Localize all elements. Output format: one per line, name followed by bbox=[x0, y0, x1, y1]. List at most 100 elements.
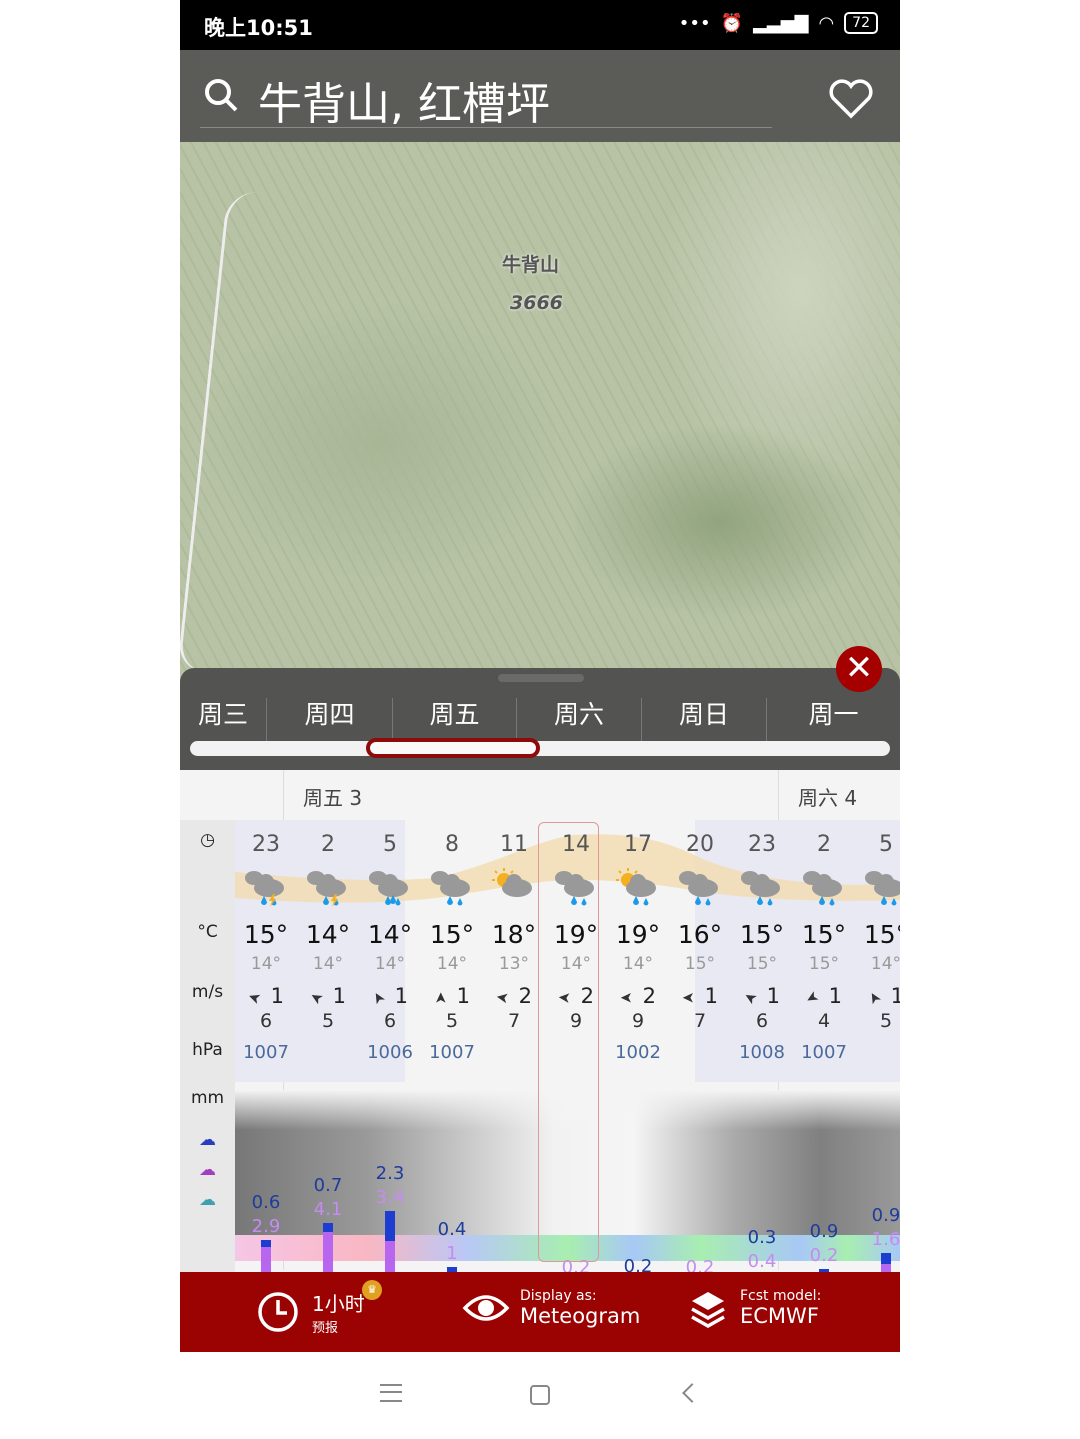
map-peak-elevation: 3666 bbox=[510, 292, 563, 314]
drag-handle[interactable] bbox=[498, 674, 584, 682]
day-tab[interactable]: 周三 bbox=[180, 698, 266, 742]
wind-direction-icon: ➤ bbox=[682, 989, 695, 1007]
forecast-column[interactable]: 1719°14°➤2910020.2900 bbox=[607, 820, 669, 1272]
day-selector: 周三 周四 周五 周六 周日 周一 bbox=[180, 668, 900, 770]
wind-direction-icon: ➤ bbox=[245, 987, 264, 1009]
day-tab[interactable]: 周四 bbox=[266, 698, 392, 742]
feels-like-temperature: 14° bbox=[250, 954, 282, 974]
system-nav-bar bbox=[180, 1352, 900, 1439]
wind-speed-value: 1 bbox=[270, 984, 284, 1008]
feels-like-temperature: 15° bbox=[684, 954, 716, 974]
search-icon[interactable] bbox=[202, 76, 240, 114]
feels-like-temperature: 14° bbox=[312, 954, 344, 974]
precip-bar-blue bbox=[261, 1239, 271, 1248]
wind-speed-value: 1 bbox=[456, 984, 470, 1008]
forecast-interval-button[interactable]: 1小时 预报 ♛ bbox=[256, 1280, 382, 1336]
thunder-icon: ☁ bbox=[199, 1160, 216, 1180]
topographic-map[interactable]: 牛背山 3666 bbox=[180, 142, 900, 682]
meteogram[interactable]: 周五 3 周六 4 ◷ °C m/s hPa mm ☁ ☁ ☁ m 23 15° 1… bbox=[180, 770, 900, 1272]
precip-value-purple: 2.9 bbox=[251, 1215, 281, 1237]
wind-speed-value: 1 bbox=[704, 984, 718, 1008]
wifi-icon: ◠ bbox=[818, 12, 835, 34]
bottom-toolbar: 1小时 预报 ♛ Display as: Meteogram Fcst mode… bbox=[180, 1272, 900, 1352]
pressure-label: 1007 bbox=[243, 1042, 289, 1063]
time-label: 8 bbox=[445, 832, 459, 857]
temp-unit-label: °C bbox=[197, 922, 218, 942]
temperature: 15° bbox=[863, 920, 900, 949]
precip-value-blue: 0.7 bbox=[313, 1174, 343, 1196]
back-icon[interactable] bbox=[682, 1383, 702, 1403]
forecast-model-button[interactable]: Fcst model: ECMWF bbox=[688, 1288, 821, 1328]
feels-like-temperature: 15° bbox=[746, 954, 778, 974]
wind-gust: 6 bbox=[755, 1010, 769, 1032]
display-label: Display as: bbox=[520, 1288, 597, 1304]
forecast-column[interactable]: 514°14°➤1610063.42.3100 bbox=[359, 820, 421, 1272]
day-tab[interactable]: 周日 bbox=[641, 698, 766, 742]
heart-icon[interactable] bbox=[828, 78, 874, 120]
time-label: 11 bbox=[500, 832, 528, 857]
wind-speed: ➤ 1 bbox=[235, 984, 297, 1009]
display-as-button[interactable]: Display as: Meteogram bbox=[462, 1288, 640, 1328]
search-underline bbox=[200, 127, 772, 128]
wind-speed: ➤ 1 bbox=[793, 984, 855, 1009]
precip-bar-blue bbox=[385, 1210, 395, 1241]
forecast-column[interactable]: 215°15°➤1410070.20.91200 bbox=[793, 820, 855, 1272]
time-label: 23 bbox=[748, 832, 776, 857]
menu-icon[interactable] bbox=[380, 1384, 402, 1402]
temperature: 19° bbox=[615, 920, 661, 949]
precip-value-blue: 0.6 bbox=[251, 1191, 281, 1213]
day-scrollbar[interactable] bbox=[190, 741, 890, 756]
forecast-column[interactable]: 2315°15°➤1610080.40.3400 bbox=[731, 820, 793, 1272]
precip-value-blue: 0.9 bbox=[809, 1221, 839, 1243]
home-icon[interactable] bbox=[530, 1385, 550, 1405]
alarm-icon: ⏰ bbox=[720, 12, 744, 34]
forecast-column[interactable]: 2315°14°➤1610072.90.6100 bbox=[235, 820, 297, 1272]
wind-speed-value: 2 bbox=[518, 984, 532, 1008]
precip-value-purple: 3.4 bbox=[375, 1186, 405, 1208]
map-road bbox=[180, 192, 288, 672]
wind-speed: ➤ 1 bbox=[855, 984, 900, 1008]
time-label: 5 bbox=[383, 832, 397, 857]
wind-gust: 6 bbox=[383, 1010, 397, 1032]
wind-speed: ➤ 1 bbox=[359, 984, 421, 1008]
wind-speed-value: 1 bbox=[332, 984, 346, 1008]
day-tab[interactable]: 周一 bbox=[766, 698, 900, 742]
precip-bar-blue bbox=[881, 1252, 891, 1265]
temperature: 14° bbox=[367, 920, 413, 949]
interval-value: 1小时 bbox=[312, 1292, 365, 1316]
forecast-column[interactable]: 2016°15°➤170.21300 bbox=[669, 820, 731, 1272]
rain-thunder-icon bbox=[244, 868, 288, 908]
day-tab[interactable]: 周五 bbox=[392, 698, 516, 742]
day-tab[interactable]: 周六 bbox=[516, 698, 641, 742]
forecast-column[interactable]: 214°14°➤154.10.7400 bbox=[297, 820, 359, 1272]
interval-sub: 预报 bbox=[312, 1321, 339, 1336]
wind-speed-value: 1 bbox=[828, 984, 842, 1008]
day-scroll-thumb[interactable] bbox=[366, 738, 540, 758]
forecast-column[interactable]: 815°14°➤15100710.41600 bbox=[421, 820, 483, 1272]
pressure-label: 1007 bbox=[429, 1042, 475, 1063]
pressure-label: 1007 bbox=[801, 1042, 847, 1063]
signal-icon: ▂▃▅▇ bbox=[753, 12, 809, 34]
day-label: 周六 4 bbox=[798, 786, 858, 810]
precip-bar-purple bbox=[261, 1247, 271, 1272]
sun-cloud-icon bbox=[492, 868, 536, 908]
rain-icon bbox=[678, 868, 722, 908]
precip-value-purple: 0.2 bbox=[809, 1245, 839, 1267]
wind-gust: 7 bbox=[693, 1010, 707, 1032]
sun-rain-icon bbox=[616, 868, 660, 908]
wind-speed: ➤ 2 bbox=[483, 984, 545, 1008]
status-icons: ••• ⏰ ▂▃▅▇ ◠ 72 bbox=[679, 12, 878, 34]
precip-bar-purple bbox=[881, 1264, 891, 1272]
close-icon: ✕ bbox=[844, 648, 874, 688]
close-button[interactable]: ✕ bbox=[836, 646, 882, 692]
forecast-column[interactable]: 1118°13°➤271200 bbox=[483, 820, 545, 1272]
forecast-column[interactable]: 515°14°➤151.60.9800 bbox=[855, 820, 900, 1272]
time-label: 2 bbox=[817, 832, 831, 857]
wind-speed-value: 1 bbox=[394, 984, 408, 1008]
day-label: 周五 3 bbox=[303, 786, 363, 810]
pressure-label: 1002 bbox=[615, 1042, 661, 1063]
status-time: 晚上10:51 bbox=[204, 16, 313, 40]
feels-like-temperature: 13° bbox=[498, 954, 530, 974]
precip-value-blue: 0.3 bbox=[747, 1226, 777, 1248]
location-search-input[interactable]: 牛背山, 红槽坪 bbox=[258, 68, 550, 132]
